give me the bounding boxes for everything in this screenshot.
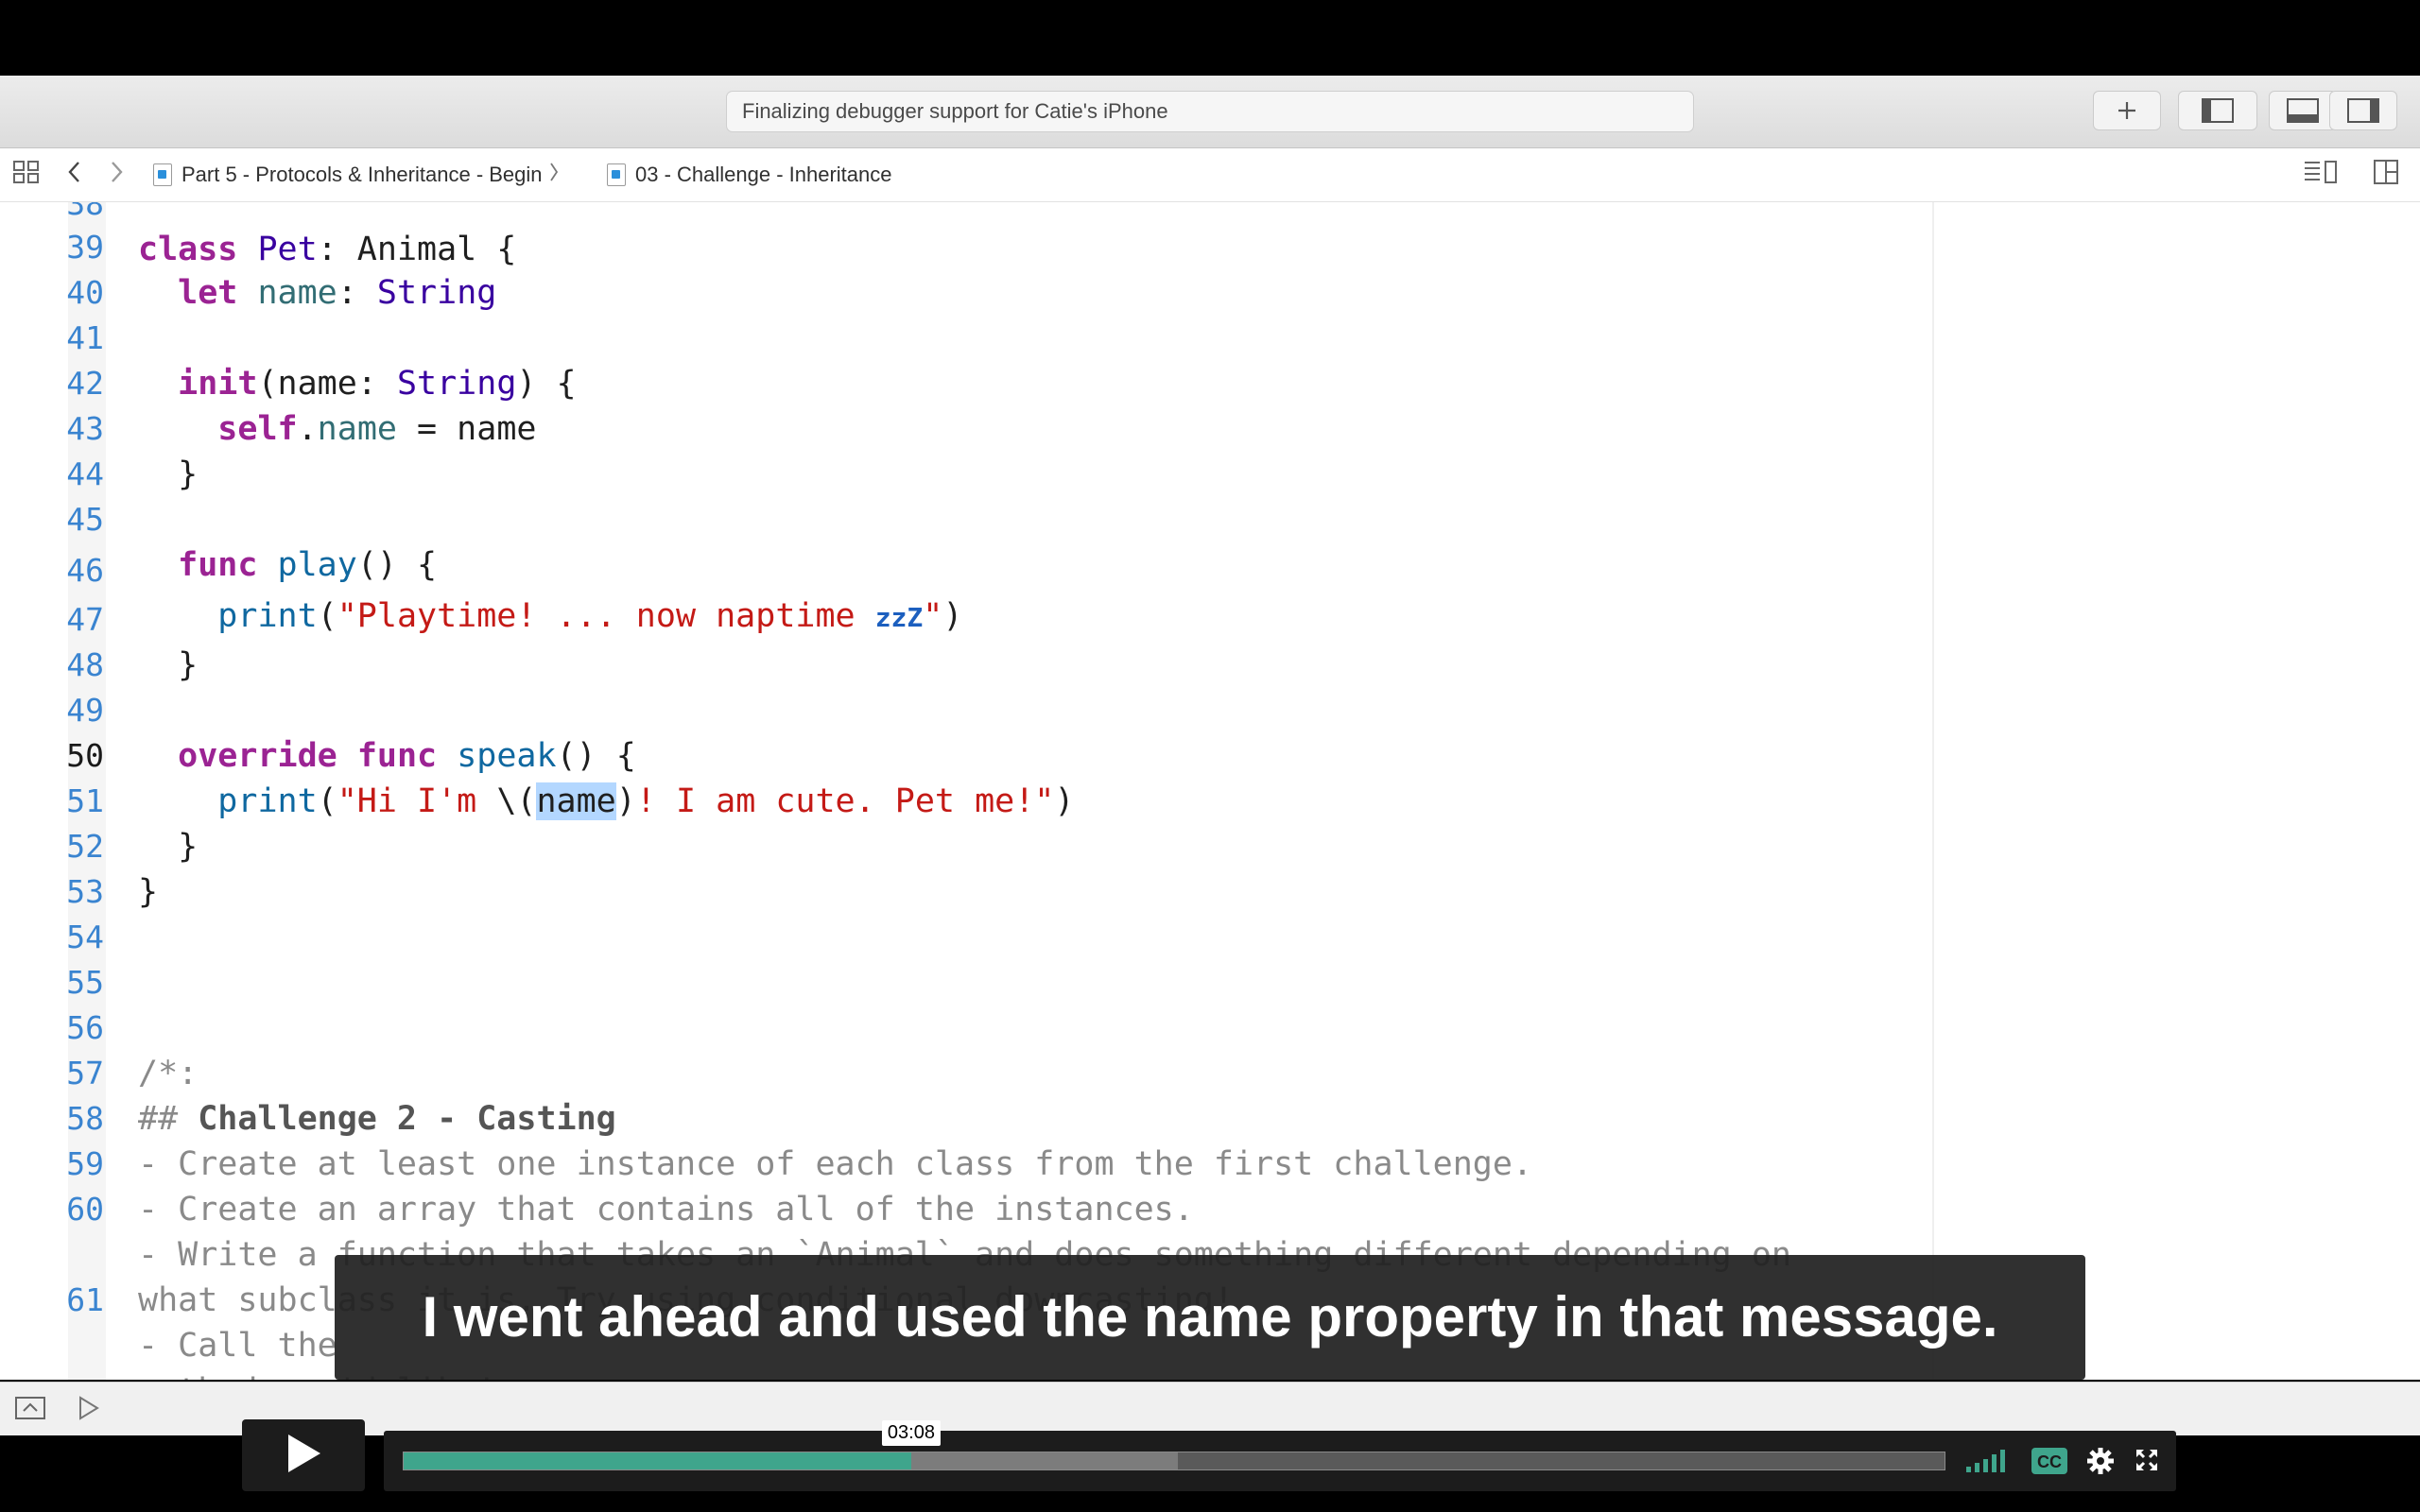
- progress-played: [404, 1452, 911, 1469]
- volume-icon[interactable]: [1964, 1448, 2010, 1479]
- code-line: func play() {: [178, 546, 438, 584]
- swift-file-icon: [607, 163, 626, 186]
- chevron-right-icon: [548, 160, 560, 190]
- run-playground-button[interactable]: [78, 1396, 100, 1425]
- inspector-toggle-button[interactable]: [2329, 91, 2397, 130]
- video-top-letterbox: [0, 0, 2420, 76]
- breadcrumb-label: Part 5 - Protocols & Inheritance - Begin: [182, 163, 543, 186]
- run-icon: [79, 1396, 99, 1420]
- swift-file-icon: [153, 163, 172, 186]
- lines-icon: [2303, 159, 2339, 191]
- player-controls: 03:08 CC: [384, 1420, 2176, 1491]
- add-library-button[interactable]: [2093, 91, 2161, 130]
- grid-icon: [13, 160, 40, 190]
- selected-text: name: [536, 782, 616, 820]
- play-button[interactable]: [242, 1419, 365, 1491]
- debug-area-toggle-icon: [2287, 98, 2319, 123]
- forward-button[interactable]: [108, 148, 125, 201]
- code-line: ## Challenge 2 - Casting: [138, 1100, 616, 1138]
- breadcrumb-label: 03 - Challenge - Inheritance: [635, 163, 892, 186]
- debug-area-icon: [15, 1397, 45, 1419]
- svg-text:CC: CC: [2037, 1452, 2062, 1471]
- code-line: method you'd like!: [0, 1323, 496, 1380]
- code-line-current: print("Hi I'm \(name)! I am cute. Pet me…: [217, 782, 1075, 820]
- code-line: - Create an array that contains all of t…: [138, 1191, 1194, 1228]
- play-icon: [285, 1433, 322, 1479]
- closed-captions-icon[interactable]: CC: [2031, 1446, 2068, 1481]
- chevron-left-icon: [66, 160, 83, 190]
- code-line: }: [178, 646, 199, 684]
- debug-area-toggle-button[interactable]: [2269, 91, 2337, 130]
- code-line: /*:: [138, 1055, 199, 1092]
- source-editor[interactable]: 38 39 40 41 42 43 44 45 46 47 48 49 50 51 52 53 54 55 56 57…: [0, 202, 2420, 1380]
- code-line: }: [178, 455, 199, 493]
- related-items-button[interactable]: [13, 148, 40, 201]
- activity-status-field: Finalizing debugger support for Catie's …: [726, 91, 1694, 132]
- jump-bar: Part 5 - Protocols & Inheritance - Begin…: [0, 148, 2420, 202]
- editor-divider: [1932, 202, 1934, 1380]
- chevron-right-icon: [108, 160, 125, 190]
- add-editor-button[interactable]: [2373, 148, 2399, 201]
- editor-options-button[interactable]: [2303, 148, 2339, 201]
- fullscreen-icon[interactable]: [2135, 1448, 2159, 1477]
- subtitle-caption: I went ahead and used the name property …: [335, 1255, 2085, 1380]
- code-line: - Create at least one instance of each c…: [138, 1145, 1533, 1183]
- plus-icon: [2117, 100, 2137, 121]
- code-line: self.name = name: [217, 410, 537, 448]
- code-line: what subclass it is. Try using condition…: [138, 1281, 1234, 1319]
- breadcrumb-page[interactable]: 03 - Challenge - Inheritance: [607, 148, 892, 201]
- code-line: }: [178, 828, 199, 866]
- code-line: init(name: String) {: [178, 365, 577, 403]
- xcode-titlebar: Finalizing debugger support for Catie's …: [0, 76, 2420, 148]
- sleeping-emoji: zzZ: [874, 602, 924, 633]
- hide-debug-area-button[interactable]: [15, 1396, 45, 1425]
- split-editor-icon: [2373, 159, 2399, 191]
- code-line: let name: String: [178, 274, 497, 312]
- code-line: }: [138, 873, 159, 911]
- progress-track[interactable]: 03:08: [403, 1420, 1945, 1470]
- inspector-toggle-icon: [2347, 98, 2379, 123]
- settings-icon[interactable]: [2085, 1446, 2116, 1481]
- navigator-toggle-icon: [2202, 98, 2234, 123]
- code-line: override func speak() {: [178, 737, 636, 775]
- code-line: class Pet: Animal {: [138, 231, 517, 268]
- time-indicator: 03:08: [881, 1420, 941, 1446]
- code-line: - Call the: [138, 1327, 337, 1365]
- back-button[interactable]: [66, 148, 83, 201]
- code-line: - Write a function that takes an `Animal…: [138, 1236, 1791, 1274]
- code-line: print("Playtime! ... now naptime zzZ"): [217, 597, 963, 635]
- breadcrumb-playground[interactable]: Part 5 - Protocols & Inheritance - Begin: [153, 148, 560, 201]
- navigator-toggle-button[interactable]: [2178, 91, 2257, 130]
